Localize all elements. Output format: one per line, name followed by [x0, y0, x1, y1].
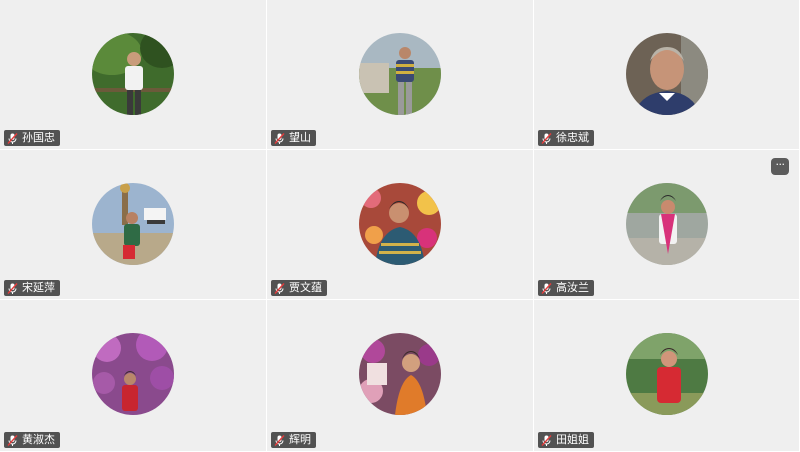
participant-name-label: 宋延萍 — [4, 280, 60, 296]
participant-avatar — [625, 183, 708, 265]
participant-name: 宋延萍 — [22, 281, 55, 294]
participant-name-label: 望山 — [271, 130, 316, 146]
participant-tile[interactable]: 贾文蕴 — [267, 150, 534, 300]
muted-microphone-icon — [273, 282, 286, 295]
participant-tile[interactable]: 孙国忠 — [0, 0, 267, 150]
participant-name-label: 徐忠斌 — [538, 130, 594, 146]
participant-name: 高汝兰 — [556, 281, 589, 294]
muted-microphone-icon — [6, 132, 19, 145]
muted-microphone-icon — [6, 282, 19, 295]
participant-avatar — [92, 333, 174, 415]
participant-avatar — [92, 33, 174, 115]
participant-name: 孙国忠 — [22, 131, 55, 144]
muted-microphone-icon — [273, 132, 286, 145]
participant-tile[interactable]: 徐忠斌 — [534, 0, 800, 150]
muted-microphone-icon — [6, 434, 19, 447]
participant-tile[interactable]: 宋延萍 — [0, 150, 267, 300]
more-options-button[interactable]: ··· — [771, 158, 789, 175]
participant-name: 贾文蕴 — [289, 281, 322, 294]
participant-name-label: 孙国忠 — [4, 130, 60, 146]
participant-name-label: 高汝兰 — [538, 280, 594, 296]
muted-microphone-icon — [540, 282, 553, 295]
participant-tile[interactable]: 辉明 — [267, 300, 534, 452]
participant-avatar — [625, 333, 708, 415]
participant-name-label: 辉明 — [271, 432, 316, 448]
muted-microphone-icon — [540, 132, 553, 145]
participant-name: 望山 — [289, 131, 311, 144]
muted-microphone-icon — [540, 434, 553, 447]
participant-tile[interactable]: 田姐姐 — [534, 300, 800, 452]
participant-name: 田姐姐 — [556, 433, 589, 446]
participant-avatar — [359, 183, 441, 265]
participant-name-label: 黄淑杰 — [4, 432, 60, 448]
participant-name-label: 田姐姐 — [538, 432, 594, 448]
participant-name-label: 贾文蕴 — [271, 280, 327, 296]
participant-tile[interactable]: 黄淑杰 — [0, 300, 267, 452]
participant-avatar — [92, 183, 174, 265]
participant-tile[interactable]: 望山 — [267, 0, 534, 150]
participant-name: 徐忠斌 — [556, 131, 589, 144]
participant-tile[interactable]: ··· 高汝兰 — [534, 150, 800, 300]
participant-avatar — [359, 33, 441, 115]
participant-avatar — [625, 33, 708, 115]
participant-name: 黄淑杰 — [22, 433, 55, 446]
participant-name: 辉明 — [289, 433, 311, 446]
muted-microphone-icon — [273, 434, 286, 447]
video-grid: 孙国忠 望山 徐忠斌 宋延萍 贾文蕴 ··· 高汝兰 黄淑杰 辉明 田姐姐 — [0, 0, 800, 452]
participant-avatar — [359, 333, 441, 415]
